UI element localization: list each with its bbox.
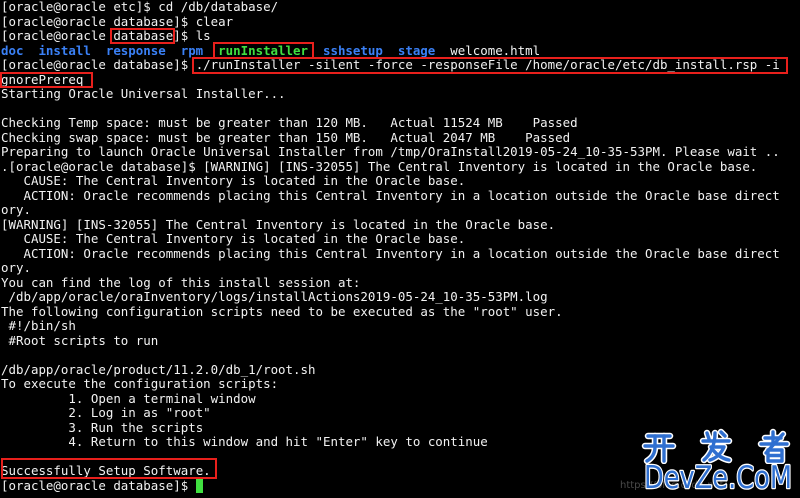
output-line: [WARNING] [INS-32055] The Central Invent… bbox=[1, 216, 556, 232]
annotation-box-database-dir bbox=[110, 28, 175, 44]
ls-entry-install: install bbox=[38, 42, 91, 58]
ls-entry-doc: doc bbox=[1, 42, 24, 58]
shell-prompt: [oracle@oracle database]$ bbox=[1, 477, 196, 493]
output-line: CAUSE: The Central Inventory is located … bbox=[1, 173, 466, 188]
output-line: ory. bbox=[1, 260, 31, 275]
output-line: Starting Oracle Universal Installer... bbox=[1, 86, 286, 101]
annotation-box-install-command bbox=[192, 57, 788, 74]
output-line: ACTION: Oracle recommends placing this C… bbox=[1, 245, 780, 261]
output-line: Checking swap space: must be greater tha… bbox=[1, 129, 571, 145]
output-line: .[oracle@oracle database]$ [WARNING] [IN… bbox=[1, 158, 758, 174]
output-line: The following configuration scripts need… bbox=[1, 303, 563, 319]
watermark-logo-en: DevZe.CoM bbox=[643, 459, 794, 493]
output-line: ACTION: Oracle recommends placing this C… bbox=[1, 187, 780, 203]
ls-entry-rpm: rpm bbox=[180, 42, 204, 58]
ls-entry-sshsetup: sshsetup bbox=[322, 42, 383, 58]
ls-entry-response: response bbox=[105, 42, 166, 58]
output-line: Checking Temp space: must be greater tha… bbox=[1, 115, 578, 130]
terminal-window[interactable]: [oracle@oracle etc]$ cd /db/database/ [o… bbox=[1, 0, 800, 498]
output-line: To execute the configuration scripts: bbox=[1, 376, 279, 391]
command-line: [oracle@oracle etc]$ cd /db/database/ bbox=[1, 0, 279, 14]
output-line: #!/bin/sh bbox=[1, 318, 76, 333]
output-line: /db/app/oracle/oraInventory/logs/install… bbox=[1, 289, 548, 304]
ls-entry-welcome-html: welcome.html bbox=[450, 42, 541, 58]
annotation-box-install-command-wrap bbox=[0, 72, 93, 88]
command-input-cursor[interactable] bbox=[195, 478, 204, 493]
output-line: You can find the log of this install ses… bbox=[1, 274, 361, 290]
ls-entry-stage: stage bbox=[397, 42, 436, 58]
annotation-box-success-message bbox=[1, 458, 217, 479]
watermark-logo-text: DevZe.CoM bbox=[644, 460, 792, 493]
command-line: [oracle@oracle database]$ clear bbox=[1, 13, 234, 29]
output-line: CAUSE: The Central Inventory is located … bbox=[1, 231, 466, 246]
output-line: /db/app/oracle/product/11.2.0/db_1/root.… bbox=[1, 361, 316, 377]
output-line: #Root scripts to run bbox=[1, 332, 159, 348]
ls-output-line: doc install response rpm runInstaller ss… bbox=[1, 42, 800, 59]
output-line: Preparing to launch Oracle Universal Ins… bbox=[1, 144, 780, 159]
output-line: 1. Open a terminal window bbox=[1, 390, 256, 406]
command-line-continuation: gnorePrereq bbox=[1, 71, 84, 87]
output-line: 2. Log in as "root" bbox=[1, 405, 211, 420]
output-line: ory. bbox=[1, 202, 31, 217]
